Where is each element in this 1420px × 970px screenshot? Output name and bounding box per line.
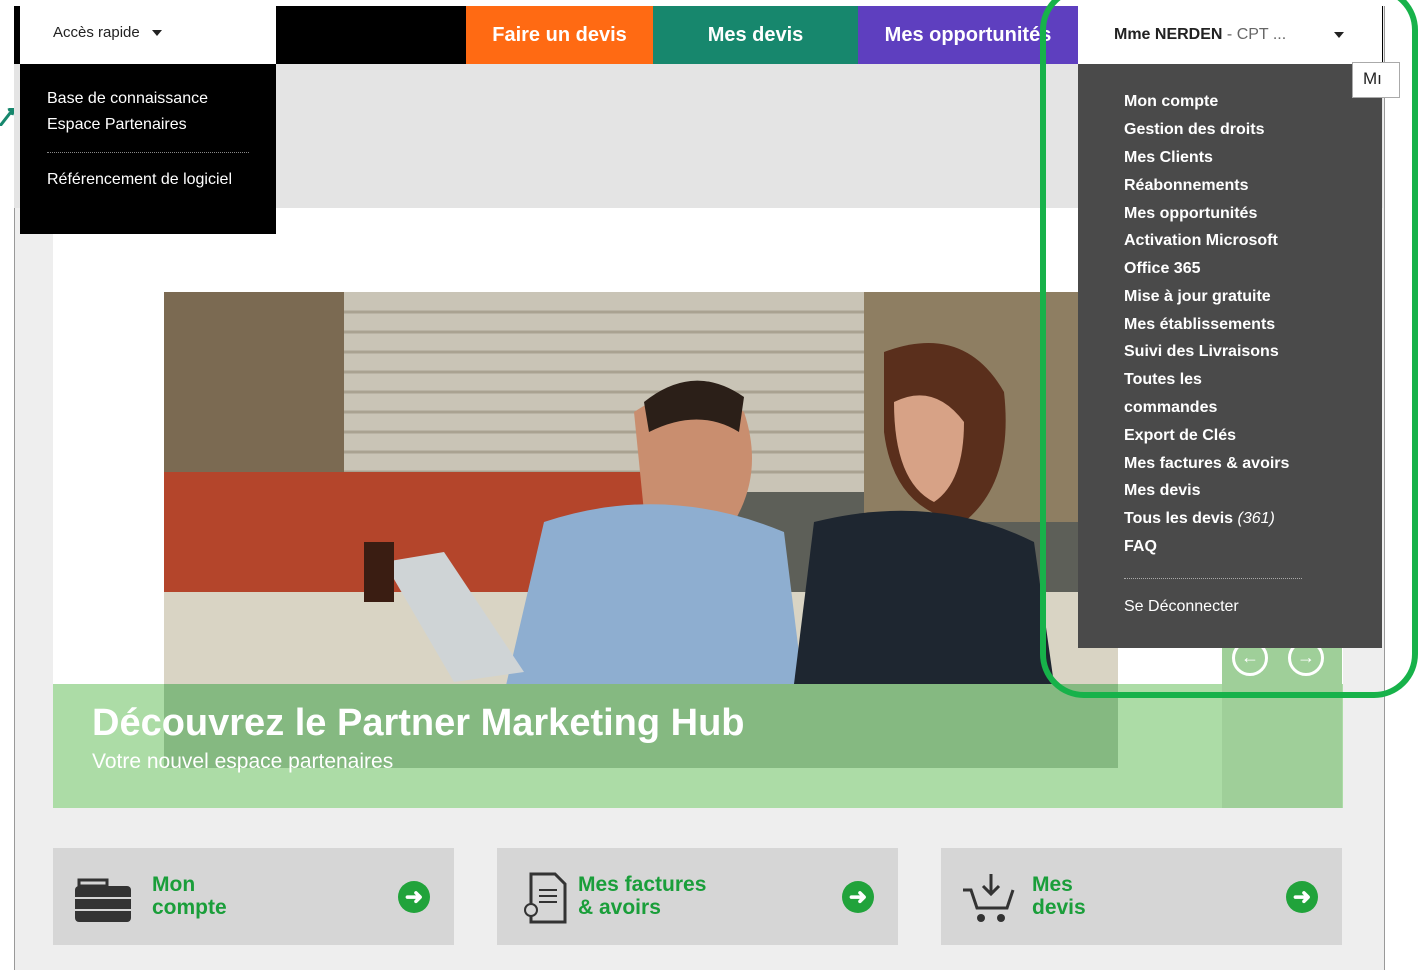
tile-my-quotes[interactable]: Mes devis ➜ [941,848,1342,945]
quick-menu-item-partner-space[interactable]: Espace Partenaires [47,116,187,134]
tile-label-line2: compte [152,896,227,919]
tile-label-line2: & avoirs [578,896,661,919]
quick-access-toggle[interactable]: Accès rapide [20,6,276,64]
highlight-annotation [1040,0,1418,698]
tile-my-account[interactable]: Mon compte ➜ [53,848,454,945]
quick-menu-item-knowledge-base[interactable]: Base de connaissance [47,90,208,108]
menu-divider [47,152,249,153]
nav-make-quote[interactable]: Faire un devis [466,6,653,64]
hero-title[interactable]: Découvrez le Partner Marketing Hub [92,702,745,745]
cart-icon [963,874,1015,922]
arrow-right-icon[interactable]: ➜ [398,881,430,913]
hero-image [164,292,1118,684]
quick-access-label: Accès rapide [53,24,140,41]
tile-label-line1: Mes [1032,873,1073,896]
chevron-down-icon [151,30,162,37]
nav-my-quotes[interactable]: Mes devis [653,6,858,64]
pointer-arrow-icon [0,108,14,126]
invoice-icon [524,872,567,924]
tile-label-line1: Mon [152,873,196,896]
hero-subtitle: Votre nouvel espace partenaires [92,750,394,773]
briefcase-icon [75,878,131,922]
quick-access-menu: Base de connaissance Espace Partenaires … [20,64,276,234]
arrow-right-icon[interactable]: ➜ [1286,881,1318,913]
quick-menu-item-software-referencing[interactable]: Référencement de logiciel [47,171,232,189]
tile-label-line1: Mes factures [578,873,707,896]
tile-invoices[interactable]: Mes factures & avoirs ➜ [497,848,898,945]
tile-label-line2: devis [1032,896,1086,919]
arrow-right-icon[interactable]: ➜ [842,881,874,913]
